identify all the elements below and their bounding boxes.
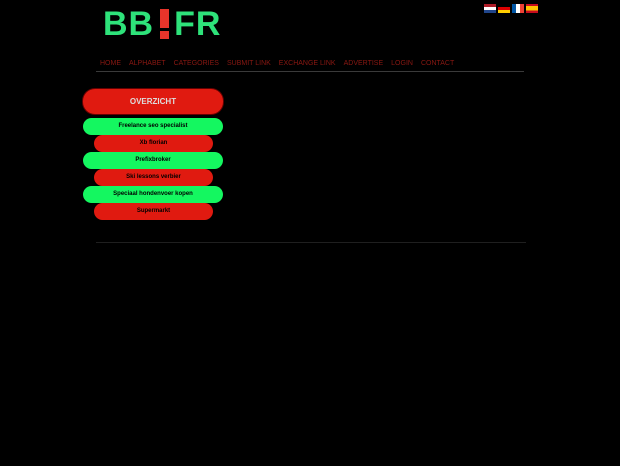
footer-divider (96, 242, 526, 243)
sidebar-link[interactable]: Xb florian (94, 135, 213, 152)
main-nav: HOME ALPHABET CATEGORIES SUBMIT LINK EXC… (96, 58, 524, 72)
nav-home[interactable]: HOME (96, 58, 125, 71)
language-switcher (484, 4, 538, 13)
flag-de-icon[interactable] (498, 4, 510, 13)
flag-es-icon[interactable] (526, 4, 538, 13)
sidebar-link[interactable]: Freelance seo specialist (83, 118, 223, 135)
site-logo[interactable]: BB FR (103, 5, 222, 43)
logo-text-left: BB (103, 5, 155, 43)
flag-nl-icon[interactable] (484, 4, 496, 13)
sidebar-link[interactable]: Supermarkt (94, 203, 213, 220)
sidebar: OVERZICHT Freelance seo specialist Xb fl… (83, 89, 223, 220)
sidebar-link[interactable]: Ski lessons verbier (94, 169, 213, 186)
nav-login[interactable]: LOGIN (387, 58, 417, 71)
sidebar-link[interactable]: Prefixbroker (83, 152, 223, 169)
nav-advertise[interactable]: ADVERTISE (340, 58, 388, 71)
nav-exchange-link[interactable]: EXCHANGE LINK (275, 58, 340, 71)
sidebar-title: OVERZICHT (83, 89, 223, 114)
nav-alphabet[interactable]: ALPHABET (125, 58, 170, 71)
nav-contact[interactable]: CONTACT (417, 58, 458, 71)
nav-submit-link[interactable]: SUBMIT LINK (223, 58, 275, 71)
logo-text-right: FR (174, 5, 222, 43)
sidebar-link[interactable]: Speciaal hondenvoer kopen (83, 186, 223, 203)
flag-fr-icon[interactable] (512, 4, 524, 13)
exclamation-icon (157, 9, 171, 39)
nav-categories[interactable]: CATEGORIES (170, 58, 223, 71)
